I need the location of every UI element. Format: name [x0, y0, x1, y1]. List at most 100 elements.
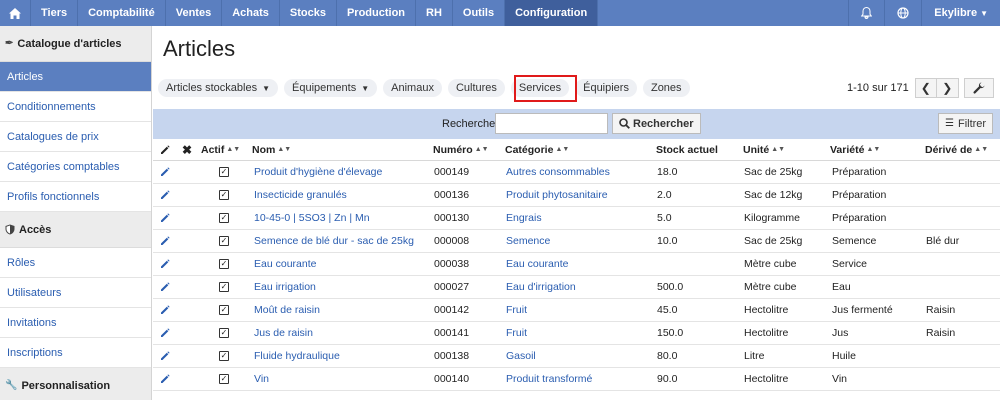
filter-zones[interactable]: Zones [642, 79, 690, 97]
edit-button[interactable] [160, 299, 170, 321]
col-label: Numéro [433, 143, 473, 156]
row-numero: 000142 [434, 304, 470, 316]
row-categorie-link[interactable]: Engrais [506, 207, 542, 229]
row-unite: Sac de 12kg [744, 189, 803, 201]
row-variete: Jus fermenté [832, 304, 893, 316]
filter-equipiers[interactable]: Équipiers [575, 79, 637, 97]
row-nom-link[interactable]: Semence de blé dur - sac de 25kg [254, 230, 414, 252]
row-categorie-link[interactable]: Gasoil [506, 345, 536, 367]
row-nom-link[interactable]: Eau irrigation [254, 276, 316, 298]
check-icon: ✓ [219, 282, 229, 292]
row-categorie-link[interactable]: Produit transformé [506, 368, 592, 390]
nav-comptabilite[interactable]: Comptabilité [78, 0, 166, 26]
search-input[interactable] [495, 113, 608, 134]
edit-button[interactable] [160, 368, 170, 390]
row-categorie-link[interactable]: Autres consommables [506, 161, 610, 183]
nav-tiers[interactable]: Tiers [31, 0, 79, 26]
edit-button[interactable] [160, 276, 170, 298]
nav-ventes[interactable]: Ventes [166, 0, 223, 26]
filter-animaux[interactable]: Animaux [383, 79, 442, 97]
sidebar-item-catalogues-prix[interactable]: Catalogues de prix [0, 122, 151, 152]
pencil-icon [161, 282, 170, 291]
edit-button[interactable] [160, 322, 170, 344]
sidebar-item-profils-fonctionnels[interactable]: Profils fonctionnels [0, 182, 151, 212]
row-unite: Hectolitre [744, 304, 789, 316]
top-navbar: Tiers Comptabilité Ventes Achats Stocks … [0, 0, 1000, 26]
filter-equipements[interactable]: Équipements ▼ [284, 79, 378, 97]
sidebar-item-categories-comptables[interactable]: Catégories comptables [0, 152, 151, 182]
row-numero: 000027 [434, 281, 470, 293]
nav-configuration[interactable]: Configuration [505, 0, 599, 26]
settings-button[interactable] [964, 78, 994, 98]
row-nom-link[interactable]: 10-45-0 | 5SO3 | Zn | Mn [254, 207, 370, 229]
active-checkbox: ✓ [219, 322, 229, 344]
filter-button[interactable]: ☰ Filtrer [938, 113, 994, 134]
col-stock[interactable]: Stock actuel [656, 139, 718, 160]
col-numero[interactable]: Numéro ▲▼ [433, 139, 489, 160]
row-categorie-link[interactable]: Eau d'irrigation [506, 276, 576, 298]
row-nom-link[interactable]: Fluide hydraulique [254, 345, 340, 367]
home-icon [9, 7, 21, 19]
nav-production[interactable]: Production [337, 0, 417, 26]
active-checkbox: ✓ [219, 253, 229, 275]
nav-rh[interactable]: RH [416, 0, 453, 26]
active-checkbox: ✓ [219, 207, 229, 229]
row-categorie-link[interactable]: Eau courante [506, 253, 568, 275]
pencil-icon [161, 351, 170, 360]
sidebar-item-conditionnements[interactable]: Conditionnements [0, 92, 151, 122]
col-categorie[interactable]: Catégorie ▲▼ [505, 139, 569, 160]
sidebar-section-title: Accès [19, 223, 52, 236]
table-header: ✖ Actif ▲▼ Nom ▲▼ Numéro ▲▼ Catégorie ▲▼ Sto… [153, 139, 1000, 161]
sidebar-item-inscriptions[interactable]: Inscriptions [0, 338, 151, 368]
sidebar-item-roles[interactable]: Rôles [0, 248, 151, 278]
row-categorie-link[interactable]: Fruit [506, 299, 527, 321]
edit-button[interactable] [160, 253, 170, 275]
pencil-icon [161, 236, 170, 245]
col-label: Nom [252, 143, 276, 156]
edit-button[interactable] [160, 184, 170, 206]
row-categorie-link[interactable]: Semence [506, 230, 550, 252]
sidebar-item-invitations[interactable]: Invitations [0, 308, 151, 338]
row-nom-link[interactable]: Jus de raisin [254, 322, 313, 344]
row-categorie-link[interactable]: Produit phytosanitaire [506, 184, 608, 206]
row-categorie-link[interactable]: Fruit [506, 322, 527, 344]
nav-home[interactable] [0, 0, 31, 26]
row-nom-link[interactable]: Insecticide granulés [254, 184, 347, 206]
col-nom[interactable]: Nom ▲▼ [252, 139, 291, 160]
row-unite: Hectolitre [744, 327, 789, 339]
table-row: ✓ Fluide hydraulique 000138 Gasoil 80.0 … [153, 345, 1000, 368]
notifications-button[interactable] [848, 0, 884, 26]
edit-button[interactable] [160, 345, 170, 367]
search-button[interactable]: Rechercher [612, 113, 701, 134]
variant-filters: Articles stockables ▼ Équipements ▼ Anim… [158, 78, 696, 98]
col-derive[interactable]: Dérivé de ▲▼ [925, 139, 988, 160]
row-stock: 5.0 [657, 212, 672, 224]
row-nom-link[interactable]: Produit d'hygiène d'élevage [254, 161, 382, 183]
row-nom-link[interactable]: Moût de raisin [254, 299, 320, 321]
next-page-button[interactable]: ❯ [936, 78, 959, 98]
nav-achats[interactable]: Achats [222, 0, 280, 26]
sidebar-item-utilisateurs[interactable]: Utilisateurs [0, 278, 151, 308]
col-unite[interactable]: Unité ▲▼ [743, 139, 785, 160]
sidebar-item-articles[interactable]: Articles [0, 62, 151, 92]
user-menu[interactable]: Ekylibre ▼ [921, 0, 1000, 26]
filter-cultures[interactable]: Cultures [447, 79, 505, 97]
edit-button[interactable] [160, 230, 170, 252]
edit-button[interactable] [160, 161, 170, 183]
language-button[interactable] [884, 0, 921, 26]
edit-button[interactable] [160, 207, 170, 229]
nav-stocks[interactable]: Stocks [280, 0, 337, 26]
col-actif[interactable]: Actif ▲▼ [201, 139, 240, 160]
row-nom-link[interactable]: Vin [254, 368, 269, 390]
col-label: Stock actuel [656, 143, 718, 156]
row-unite: Sac de 25kg [744, 235, 803, 247]
filter-articles-stockables[interactable]: Articles stockables ▼ [158, 79, 279, 97]
row-nom-link[interactable]: Eau courante [254, 253, 316, 275]
sort-icon: ▲▼ [866, 146, 881, 153]
active-checkbox: ✓ [219, 184, 229, 206]
previous-page-button[interactable]: ❮ [914, 78, 937, 98]
articles-table: ✖ Actif ▲▼ Nom ▲▼ Numéro ▲▼ Catégorie ▲▼ Sto… [153, 139, 1000, 391]
col-variete[interactable]: Variété ▲▼ [830, 139, 880, 160]
sort-icon: ▲▼ [974, 146, 989, 153]
nav-outils[interactable]: Outils [453, 0, 506, 26]
